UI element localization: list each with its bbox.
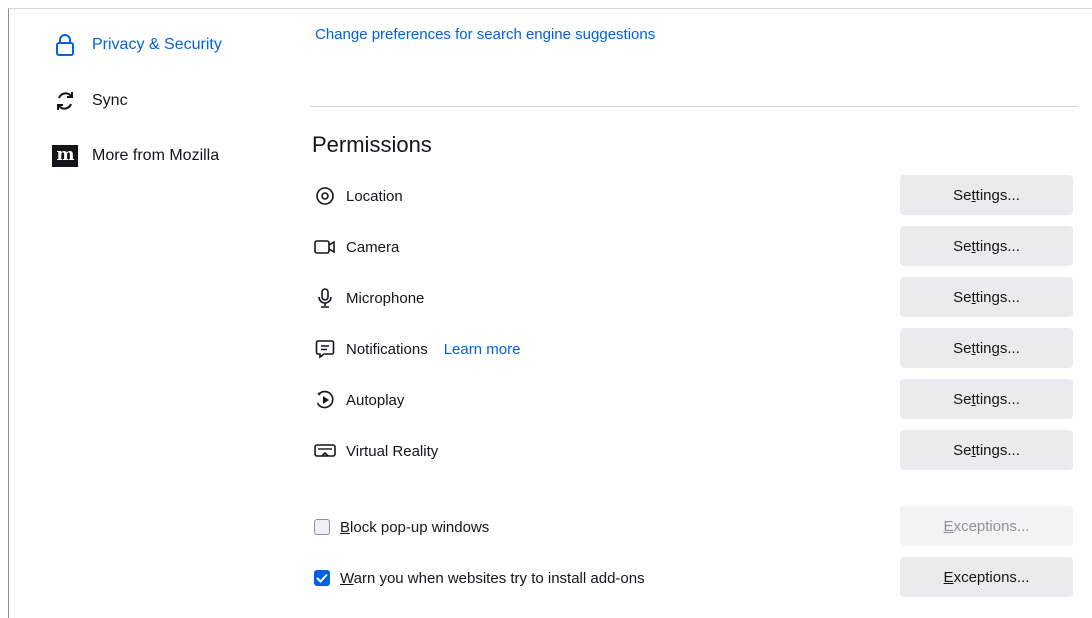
warn-addons-label: Warn you when websites try to install ad…: [340, 569, 645, 587]
autoplay-icon: [314, 389, 336, 411]
mozilla-logo: m: [52, 145, 78, 167]
block-popups-label: Block pop-up windows: [340, 518, 490, 536]
permission-row-notifications: Notifications Learn more: [314, 329, 520, 369]
search-suggestions-link[interactable]: Change preferences for search engine sug…: [315, 26, 655, 43]
notifications-icon: [314, 338, 336, 360]
virtual-reality-settings-button[interactable]: Se t tings...: [900, 430, 1073, 470]
sidebar-item-label: Sync: [92, 92, 128, 109]
block-popups-checkbox[interactable]: [314, 519, 330, 535]
permission-label: Notifications: [346, 340, 428, 358]
block-popups-row[interactable]: Block pop-up windows: [314, 514, 489, 540]
microphone-settings-button[interactable]: Se t tings...: [900, 277, 1073, 317]
warn-addons-row[interactable]: Warn you when websites try to install ad…: [314, 565, 645, 591]
permission-label: Camera: [346, 238, 400, 256]
microphone-icon: [314, 287, 336, 309]
permission-label: Virtual Reality: [346, 442, 439, 460]
permission-row-autoplay: Autoplay: [314, 380, 404, 420]
sidebar-item-more-from-mozilla[interactable]: m More from Mozilla: [52, 141, 219, 171]
camera-icon: [314, 236, 336, 258]
permission-row-microphone: Microphone: [314, 278, 424, 318]
warn-addons-checkbox[interactable]: [314, 570, 330, 586]
permission-row-location: Location: [314, 176, 403, 216]
permission-row-camera: Camera: [314, 227, 399, 267]
camera-settings-button[interactable]: Se t tings...: [900, 226, 1073, 266]
section-divider: [310, 106, 1078, 107]
location-icon: [314, 185, 336, 207]
popup-exceptions-button: Exceptions...: [900, 506, 1073, 546]
sidebar-item-sync[interactable]: Sync: [52, 86, 128, 116]
location-settings-button[interactable]: Se t tings...: [900, 175, 1073, 215]
sync-icon: [52, 88, 78, 114]
permission-label: Autoplay: [346, 391, 405, 409]
addons-exceptions-button[interactable]: Exceptions...: [900, 557, 1073, 597]
permission-label: Microphone: [346, 289, 425, 307]
permission-row-virtual-reality: Virtual Reality: [314, 431, 438, 471]
permissions-title: Permissions: [312, 132, 432, 157]
learn-more-link[interactable]: Learn more: [444, 341, 521, 358]
lock-icon: [52, 32, 78, 58]
permission-label: Location: [346, 187, 403, 205]
mozilla-icon: m: [52, 143, 78, 169]
sidebar-item-privacy-security[interactable]: Privacy & Security: [52, 30, 222, 60]
notifications-settings-button[interactable]: Se t tings...: [900, 328, 1073, 368]
checkmark-icon: [316, 573, 328, 583]
sidebar-item-label: Privacy & Security: [92, 36, 222, 53]
sidebar-item-label: More from Mozilla: [92, 147, 220, 164]
autoplay-settings-button[interactable]: Se t tings...: [900, 379, 1073, 419]
vr-headset-icon: [314, 440, 336, 462]
